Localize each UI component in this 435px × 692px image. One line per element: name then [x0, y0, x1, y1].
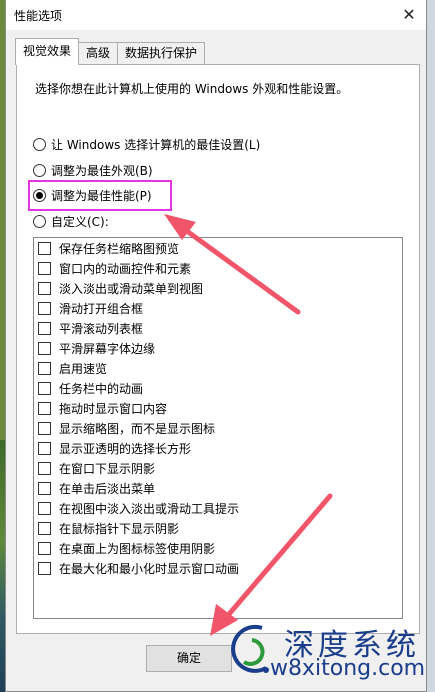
list-item[interactable]: 在视图中淡入淡出或滑动工具提示	[34, 498, 402, 518]
list-item[interactable]: 平滑滚动列表框	[34, 318, 402, 338]
checkbox[interactable]	[38, 461, 51, 475]
list-item-label: 启用速览	[59, 361, 108, 376]
tab-strip: 视觉效果 高级 数据执行保护	[15, 38, 206, 65]
radio-label: 调整为最佳外观(B)	[51, 163, 153, 178]
list-item[interactable]: 淡入淡出或滑动菜单到视图	[34, 278, 402, 298]
radio-best-appearance[interactable]: 调整为最佳外观(B)	[33, 161, 153, 179]
description-text: 选择你想在此计算机上使用的 Windows 外观和性能设置。	[35, 82, 349, 96]
radio-let-windows-choose[interactable]: 让 Windows 选择计算机的最佳设置(L)	[33, 135, 260, 153]
list-item[interactable]: 在桌面上为图标标签使用阴影	[34, 538, 402, 558]
checkbox[interactable]	[38, 341, 51, 355]
list-item[interactable]: 平滑屏幕字体边缘	[34, 338, 402, 358]
checkbox[interactable]	[38, 521, 51, 535]
list-item-label: 保存任务栏缩略图预览	[59, 241, 180, 256]
list-item-label: 显示缩略图，而不是显示图标	[59, 421, 216, 436]
list-item[interactable]: 任务栏中的动画	[34, 378, 402, 398]
list-item-label: 平滑屏幕字体边缘	[59, 341, 156, 356]
list-item-label: 显示亚透明的选择长方形	[59, 441, 192, 456]
list-item[interactable]: 保存任务栏缩略图预览	[34, 238, 402, 258]
radio-button[interactable]	[33, 163, 46, 177]
list-item-label: 在单击后淡出菜单	[59, 481, 156, 496]
watermark-url: w8xitong.com	[270, 656, 426, 681]
list-item-label: 淡入淡出或滑动菜单到视图	[59, 281, 204, 296]
list-item-label: 在鼠标指针下显示阴影	[59, 521, 180, 536]
checkbox[interactable]	[38, 481, 51, 495]
watermark: 深度系统 w8xitong.com	[222, 618, 435, 692]
window-title: 性能选项	[14, 9, 63, 23]
checkbox[interactable]	[38, 501, 51, 515]
title-bar: 性能选项 ✕	[6, 0, 426, 30]
list-item[interactable]: 在单击后淡出菜单	[34, 478, 402, 498]
list-item[interactable]: 在鼠标指针下显示阴影	[34, 518, 402, 538]
list-item[interactable]: 在最大化和最小化时显示窗口动画	[34, 558, 402, 578]
checkbox[interactable]	[38, 261, 51, 275]
tab-visual-effects[interactable]: 视觉效果	[15, 38, 80, 65]
list-item[interactable]: 窗口内的动画控件和元素	[34, 258, 402, 278]
tab-advanced[interactable]: 高级	[78, 42, 119, 64]
checkbox[interactable]	[38, 321, 51, 335]
list-item-label: 拖动时显示窗口内容	[59, 401, 168, 416]
list-item-label: 滑动打开组合框	[59, 301, 144, 316]
checkbox[interactable]	[38, 541, 51, 555]
list-item[interactable]: 在窗口下显示阴影	[34, 458, 402, 478]
radio-label: 自定义(C):	[51, 214, 109, 229]
effects-list[interactable]: 保存任务栏缩略图预览 窗口内的动画控件和元素 淡入淡出或滑动菜单到视图 滑动打开…	[33, 237, 403, 619]
list-item-label: 平滑滚动列表框	[59, 321, 144, 336]
visual-effects-panel: 选择你想在此计算机上使用的 Windows 外观和性能设置。 让 Windows…	[16, 64, 420, 634]
list-item[interactable]: 滑动打开组合框	[34, 298, 402, 318]
checkbox[interactable]	[38, 241, 51, 255]
list-item-label: 任务栏中的动画	[59, 381, 144, 396]
radio-label: 让 Windows 选择计算机的最佳设置(L)	[51, 137, 261, 152]
checkbox[interactable]	[38, 361, 51, 375]
radio-custom[interactable]: 自定义(C):	[33, 212, 109, 230]
list-item-label: 在视图中淡入淡出或滑动工具提示	[59, 501, 240, 516]
checkbox[interactable]	[38, 301, 51, 315]
checkbox[interactable]	[38, 441, 51, 455]
list-item[interactable]: 显示亚透明的选择长方形	[34, 438, 402, 458]
list-item-label: 在最大化和最小化时显示窗口动画	[59, 561, 240, 576]
checkbox[interactable]	[38, 281, 51, 295]
ok-button[interactable]: 确定	[146, 645, 232, 672]
list-item-label: 在桌面上为图标标签使用阴影	[59, 541, 216, 556]
performance-options-dialog: 性能选项 ✕ 视觉效果 高级 数据执行保护 选择你想在此计算机上使用的 Wind…	[5, 0, 427, 692]
radio-button[interactable]	[33, 137, 46, 151]
list-item[interactable]: 拖动时显示窗口内容	[34, 398, 402, 418]
tab-data-execution-prevention[interactable]: 数据执行保护	[117, 42, 206, 64]
list-item[interactable]: 启用速览	[34, 358, 402, 378]
highlight-box	[28, 180, 172, 211]
checkbox[interactable]	[38, 561, 51, 575]
radio-button[interactable]	[33, 214, 46, 228]
checkbox[interactable]	[38, 421, 51, 435]
close-button[interactable]: ✕	[398, 4, 420, 26]
list-item-label: 窗口内的动画控件和元素	[59, 261, 192, 276]
list-item[interactable]: 显示缩略图，而不是显示图标	[34, 418, 402, 438]
list-item-label: 在窗口下显示阴影	[59, 461, 156, 476]
checkbox[interactable]	[38, 381, 51, 395]
checkbox[interactable]	[38, 401, 51, 415]
